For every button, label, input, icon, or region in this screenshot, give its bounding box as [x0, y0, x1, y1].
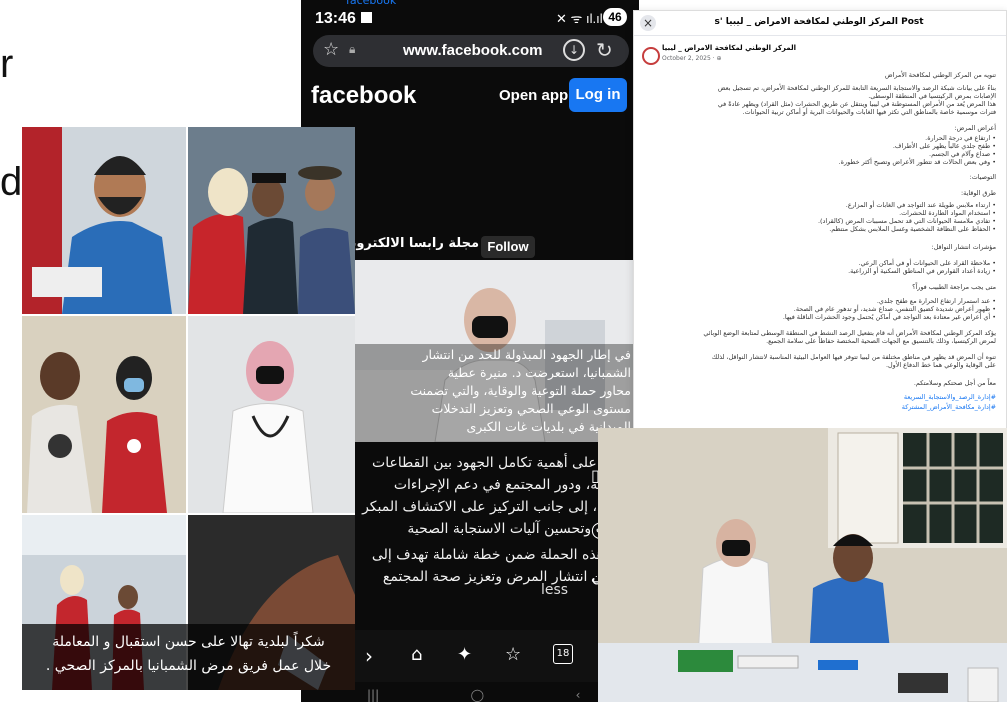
- hashtag-link[interactable]: #إدارة_الرصد_والاستجابة_السريعة: [904, 393, 996, 401]
- post-line: معاً من أجل صحتكم وسلامتكم.: [913, 379, 996, 387]
- cropped-letter-bottom: d: [0, 160, 23, 204]
- post-line: • صداع وآلام في الجسم.: [929, 150, 996, 158]
- battery-indicator: 46: [603, 8, 627, 26]
- post-line: لمرض الركيتسيا، وذلك بالتنسيق مع الجهات …: [766, 337, 996, 345]
- post-line: • تفادي ملامسة الحيوانات التي قد تحمل مس…: [817, 217, 996, 225]
- url-text[interactable]: www.facebook.com: [403, 42, 542, 59]
- post-line: متى يجب مراجعة الطبيب فوراً؟: [912, 283, 996, 291]
- post-line: • أي أعراض غير معتادة بعد التواجد في أما…: [782, 313, 996, 321]
- follow-button[interactable]: Follow: [481, 236, 535, 258]
- post-line: • عند استمرار ارتفاع الحرارة مع طفح جلدي…: [876, 297, 996, 305]
- system-nav-bar: ||| ◯ ‹: [367, 688, 581, 702]
- download-icon[interactable]: ↓: [563, 39, 585, 61]
- home-icon[interactable]: ⌂: [411, 644, 422, 665]
- post-line: تنويه من المركز الوطني لمكافحة الأمراض: [884, 71, 996, 79]
- star-icon[interactable]: ☆: [323, 39, 339, 60]
- post-header-title: Post المركز الوطني لمكافحة الامراض _ ليب…: [714, 17, 924, 27]
- cropped-letter-top: r: [0, 42, 14, 86]
- collage-caption: شكراً لبلدية تهالا على حسن استقبال و الم…: [22, 624, 355, 690]
- post-line: • ارتداء ملابس طويلة عند التواجد في الغا…: [845, 201, 996, 209]
- top-link[interactable]: facebook: [346, 0, 396, 7]
- post-line: • ارتفاع في درجة الحرارة.: [925, 134, 996, 142]
- collage-photo-3: [22, 316, 186, 513]
- bookmark-icon[interactable]: ☆: [505, 644, 521, 665]
- open-app-button[interactable]: Open app: [499, 87, 568, 104]
- tabs-icon[interactable]: 18: [553, 644, 573, 664]
- hashtag-link[interactable]: #إدارة_مكافحة_الأمراض_المشتركة: [902, 403, 996, 411]
- post-line: • ظهور أعراض شديدة كضيق التنفس، صداع شدي…: [793, 305, 996, 313]
- sparkle-icon[interactable]: ✦: [457, 644, 472, 665]
- login-button[interactable]: Log in: [569, 78, 627, 112]
- post-line: الإصابات بمرض الركيتسيا في المنطقة الوسط…: [868, 92, 996, 100]
- refresh-icon[interactable]: ↻: [596, 38, 613, 62]
- collage-photo-1: [22, 127, 186, 314]
- see-less-link[interactable]: less: [541, 582, 568, 598]
- post-line: التوصيات:: [969, 173, 996, 181]
- overlay-caption: في إطار الجهود المبذولة للحد من انتشار ا…: [410, 347, 631, 434]
- collage-photo-4: [188, 316, 355, 513]
- notification-icon: [361, 12, 372, 23]
- close-icon[interactable]: ×: [640, 15, 656, 31]
- photo-collage: شكراً لبلدية تهالا على حسن استقبال و الم…: [22, 127, 355, 690]
- post-image: في إطار الجهود المبذولة للحد من انتشار ا…: [355, 260, 639, 442]
- collage-photo-2: [188, 127, 355, 314]
- author-avatar[interactable]: [642, 47, 660, 65]
- facebook-logo[interactable]: facebook: [311, 82, 416, 110]
- post-line: على الوقاية والوعي هما خط الدفاع الأول.: [885, 361, 996, 369]
- post-line: • زيادة أعداد القوارض في المناطق السكنية…: [848, 267, 996, 275]
- post-line: فترات موسمية خاصة بالمناطق التي تكثر فيه…: [742, 108, 996, 116]
- status-time: 13:46: [315, 10, 356, 27]
- post-line: يؤكد المركز الوطني لمكافحة الأمراض أنه ق…: [703, 329, 996, 337]
- post-line: • الحفاظ على النظافة الشخصية وغسل الملاب…: [829, 225, 996, 233]
- post-line: تنوه أن المرض قد يظهر في مناطق مختلفة من…: [711, 353, 996, 361]
- post-line: أعراض المرض:: [954, 124, 996, 132]
- post-line: طرق الوقاية:: [961, 189, 996, 197]
- facebook-header: facebook Open app Log in: [301, 72, 639, 120]
- post-line: بناءً على بيانات شبكة الرصد والاستجابة ا…: [717, 84, 996, 92]
- post-line: • ملاحظة القراد على الحيوانات أو في أماك…: [858, 259, 996, 267]
- page-name[interactable]: مجلة رابسا الالكترونية: [355, 236, 479, 258]
- forward-icon[interactable]: ›: [365, 644, 373, 668]
- post-line: • طفح جلدي غالباً يظهر على الأطراف.: [892, 142, 996, 150]
- facebook-post-panel: × Post المركز الوطني لمكافحة الامراض _ ل…: [633, 10, 1007, 432]
- post-date[interactable]: October 2, 2025 · ⊕: [662, 55, 722, 62]
- post-line: مؤشرات انتشار النواقل:: [931, 243, 996, 251]
- clinic-photo: [598, 428, 1007, 702]
- lock-icon: 🔒︎: [349, 42, 356, 56]
- url-bar[interactable]: ☆ 🔒︎ www.facebook.com ↓ ↻: [313, 35, 629, 67]
- post-header: × Post المركز الوطني لمكافحة الامراض _ ل…: [634, 11, 1006, 36]
- post-line: • وفي بعض الحالات قد تتطور الأعراض وتصبح…: [838, 158, 996, 166]
- author-name[interactable]: المركز الوطني لمكافحة الامراض _ ليبيا: [662, 44, 796, 52]
- post-line: هذا المرض يُعد من الأمراض المستوطنة في ل…: [717, 100, 996, 108]
- post-line: • استخدام المواد الطاردة للحشرات.: [899, 209, 996, 217]
- signal-icons: ✕ ᯤ ıl.ıl: [556, 11, 603, 26]
